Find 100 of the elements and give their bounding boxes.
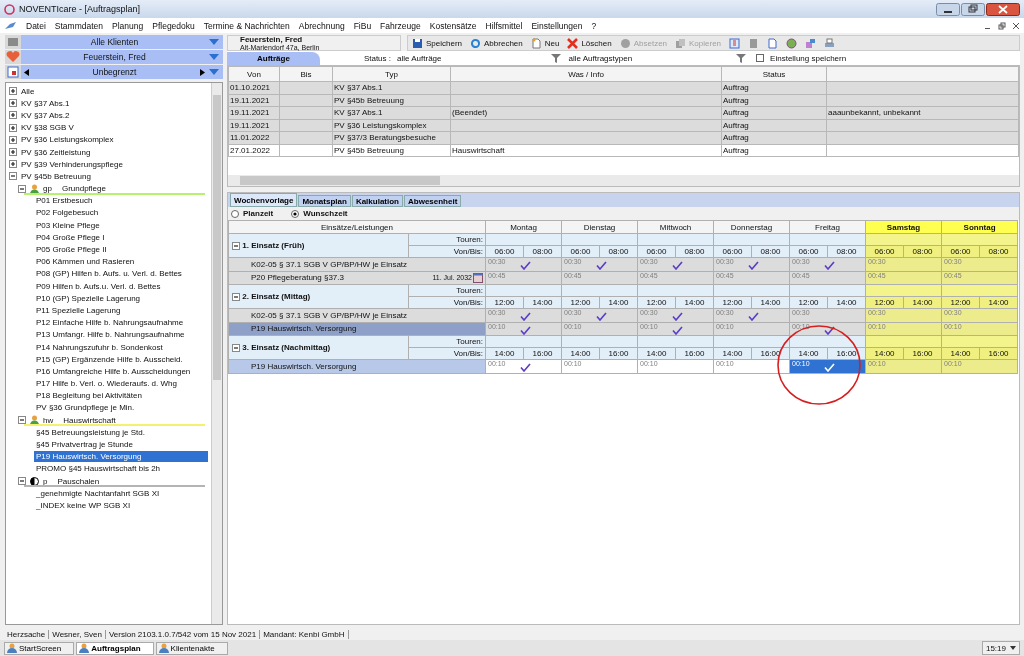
calendar-icon[interactable]	[473, 272, 483, 283]
taskbar-button[interactable]: Klientenakte	[155, 641, 228, 655]
expander-icon[interactable]	[9, 160, 17, 169]
tab[interactable]: Wochenvorlage	[230, 193, 298, 207]
radio-button[interactable]	[291, 209, 300, 218]
filter-icon[interactable]	[736, 53, 747, 63]
checkmark-icon[interactable]	[823, 325, 835, 335]
scrollbar[interactable]	[211, 83, 222, 624]
tree-item[interactable]: KV §37 Abs.1	[21, 98, 70, 108]
menu-item[interactable]: Fahrzeuge	[380, 20, 421, 31]
checkmark-icon[interactable]	[823, 261, 835, 270]
tree-item[interactable]: P05 Große Pflege II	[34, 244, 109, 256]
tree-item[interactable]: §45 Betreuungsleistung je Std.	[34, 426, 147, 438]
tree-item[interactable]: _INDEX keine WP SGB XI	[34, 499, 133, 511]
expander-icon[interactable]	[9, 123, 17, 132]
scrollbar[interactable]	[228, 175, 1019, 186]
printer-icon[interactable]	[824, 37, 836, 49]
tab[interactable]: Kalkulation	[351, 195, 403, 207]
tree-item[interactable]: P10 (GP) Spezielle Lagerung	[34, 292, 143, 304]
orders-tab[interactable]: Aufträge	[227, 51, 320, 65]
checkmark-icon[interactable]	[671, 325, 683, 335]
expander-icon[interactable]	[232, 292, 240, 301]
toolbar-button[interactable]: Neu	[530, 37, 560, 49]
toolbar-button[interactable]: Löschen	[567, 37, 612, 49]
tree-item[interactable]: P03 Kleine Pflege	[34, 219, 102, 231]
tree-item[interactable]: P17 Hilfe b. Verl. o. Wiederaufs. d. Whg	[34, 378, 179, 390]
toolbar-button[interactable]: Abbrechen	[470, 37, 523, 49]
expander-icon[interactable]	[9, 172, 17, 181]
tree-item[interactable]: P06 Kämmen und Rasieren	[34, 256, 137, 268]
column-header[interactable]: Von	[228, 66, 280, 82]
menu-item[interactable]: FiBu	[353, 20, 372, 31]
tree-item[interactable]: PV §39 Verhinderungspflege	[21, 159, 123, 169]
menu-item[interactable]: Hilfsmittel	[485, 20, 523, 31]
clock[interactable]: 15:19	[981, 641, 1020, 655]
document-icon[interactable]	[767, 37, 779, 49]
tree-item[interactable]: KV §38 SGB V	[21, 123, 74, 133]
menu-item[interactable]: Kostensätze	[429, 20, 477, 31]
close-icon[interactable]	[1012, 21, 1020, 30]
expander-icon[interactable]	[9, 135, 17, 144]
radio-button[interactable]	[231, 209, 239, 218]
tree-item[interactable]: P16 Umfangreiche Hilfe b. Ausscheidungen	[34, 365, 193, 377]
tree-item[interactable]: PV §36 Grundpflege je Min.	[34, 402, 137, 414]
expander-icon[interactable]	[18, 416, 26, 425]
menu-item[interactable]: Abrechnung	[298, 20, 345, 31]
tree-item[interactable]: P01 Erstbesuch	[34, 195, 95, 207]
tree-item[interactable]: PV §45b Betreuung	[21, 171, 91, 181]
checkmark-icon[interactable]	[671, 261, 683, 270]
expander-icon[interactable]	[9, 99, 17, 108]
taskbar-button[interactable]: Auftragsplan	[76, 641, 154, 655]
tree-group[interactable]: Grundpflege	[61, 184, 106, 194]
menu-item[interactable]: Termine & Nachrichten	[203, 20, 290, 31]
close-icon[interactable]	[986, 2, 1020, 16]
status-filter-value[interactable]: alle Aufträge	[397, 53, 442, 63]
checkmark-icon[interactable]	[595, 261, 607, 270]
expander-icon[interactable]	[232, 241, 240, 250]
einsatz-title[interactable]: 3. Einsatz (Nachmittag)	[242, 343, 331, 353]
selector-dropdown[interactable]: Unbegrenzt	[21, 65, 223, 79]
menu-item[interactable]: Planung	[112, 20, 144, 31]
taskbar-button[interactable]: StartScreen	[4, 641, 75, 655]
minimize-icon[interactable]	[936, 2, 960, 16]
restore-icon[interactable]	[998, 21, 1006, 30]
menu-item[interactable]: Pflegedoku	[152, 20, 195, 31]
tree-item[interactable]: PROMO §45 Hauswirtschaft bis 2h	[34, 463, 163, 475]
checkmark-icon[interactable]	[519, 325, 531, 335]
column-header[interactable]: Was / Info	[450, 66, 722, 82]
tree-item[interactable]: §45 Privatvertrag je Stunde	[34, 439, 135, 451]
tab[interactable]: Abwesenheit	[404, 195, 462, 207]
selector-dropdown[interactable]: Alle Klienten	[21, 35, 223, 49]
tree-item[interactable]: P04 Große Pflege I	[34, 231, 107, 243]
tree-item[interactable]: KV §37 Abs.2	[21, 110, 70, 120]
checkmark-icon[interactable]	[519, 261, 531, 270]
tree-group[interactable]: Pauschalen	[57, 476, 100, 486]
type-filter-value[interactable]: alle Auftragstypen	[568, 53, 633, 63]
tree-item[interactable]: P13 Umfangr. Hilfe b. Nahrungsaufnahme	[34, 329, 187, 341]
menu-item[interactable]: ?	[591, 20, 597, 31]
tree-item[interactable]: P18 Begleitung bei Aktivitäten	[34, 390, 144, 402]
checkmark-icon[interactable]	[747, 261, 759, 270]
checkmark-icon[interactable]	[747, 312, 759, 321]
checkmark-icon[interactable]	[519, 363, 531, 372]
checkmark-icon[interactable]	[595, 312, 607, 321]
service-name[interactable]: P20 Pflegeberatung §37.3	[251, 273, 344, 283]
next-arrow-icon[interactable]	[199, 68, 205, 76]
expander-icon[interactable]	[9, 111, 17, 120]
einsatz-title[interactable]: 2. Einsatz (Mittag)	[242, 292, 311, 302]
previous-arrow-icon[interactable]	[24, 68, 30, 76]
selector-dropdown[interactable]: Feuerstein, Fred	[21, 50, 223, 64]
expander-icon[interactable]	[232, 343, 240, 352]
restore-icon[interactable]	[961, 2, 985, 16]
tree-item[interactable]: P08 (GP) Hilfen b. Aufs. u. Verl. d. Bettes	[34, 268, 184, 280]
tree-item[interactable]: P12 Einfache Hilfe b. Nahrungsaufnahme	[34, 317, 186, 329]
tree-group[interactable]: Hauswirtschaft	[63, 415, 116, 425]
filter-icon[interactable]	[550, 53, 561, 63]
expander-icon[interactable]	[9, 148, 17, 157]
menu-item[interactable]: Datei	[26, 20, 46, 31]
checkmark-icon[interactable]	[519, 312, 531, 321]
tree-item[interactable]: P09 Hilfen b. Aufs.u. Verl. d. Bettes	[34, 280, 163, 292]
checkbox[interactable]	[756, 54, 765, 62]
column-header[interactable]: Bis	[279, 66, 333, 82]
tree-item[interactable]: P11 Spezielle Lagerung	[34, 304, 123, 316]
einsatz-title[interactable]: 1. Einsatz (Früh)	[242, 241, 305, 251]
